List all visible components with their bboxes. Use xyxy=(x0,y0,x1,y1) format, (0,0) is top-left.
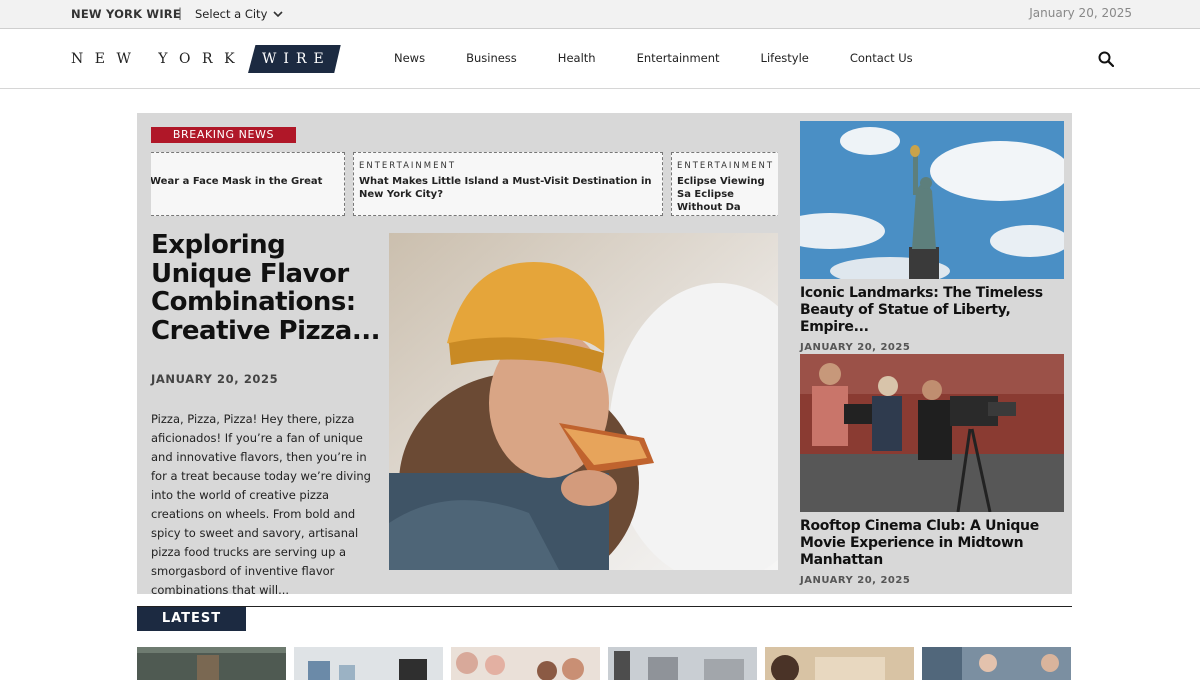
top-date: January 20, 2025 xyxy=(1029,6,1132,20)
nav-lifestyle[interactable]: Lifestyle xyxy=(761,51,809,65)
latest-thumb[interactable] xyxy=(608,647,757,680)
main-nav: News Business Health Entertainment Lifes… xyxy=(394,51,954,65)
breaking-ticker: Wear a Face Mask in the Great ENTERTAINM… xyxy=(151,152,778,218)
breaking-news-label: BREAKING NEWS xyxy=(151,127,296,143)
latest-thumb[interactable] xyxy=(765,647,914,680)
main-article-title[interactable]: Exploring Unique Flavor Combinations: Cr… xyxy=(151,231,381,345)
latest-thumb[interactable] xyxy=(294,647,443,680)
logo-right-text: WIRE xyxy=(248,45,341,73)
ticker-item[interactable]: ENTERTAINMENT Eclipse Viewing Sa Eclipse… xyxy=(671,152,778,216)
ticker-item[interactable]: Wear a Face Mask in the Great xyxy=(151,152,345,216)
side-article-image[interactable] xyxy=(800,354,1064,512)
main-article-image[interactable] xyxy=(389,233,778,570)
side-article-image[interactable] xyxy=(800,121,1064,279)
latest-thumb[interactable] xyxy=(922,647,1071,680)
main-article-excerpt: Pizza, Pizza, Pizza! Hey there, pizza af… xyxy=(151,412,371,597)
side-article-date: JANUARY 20, 2025 xyxy=(800,342,911,353)
city-select-label: Select a City xyxy=(195,7,268,21)
top-brand[interactable]: NEW YORK WIRE xyxy=(71,7,181,21)
ticker-item-category: ENTERTAINMENT xyxy=(677,161,775,171)
main-article-date: JANUARY 20, 2025 xyxy=(151,372,279,386)
side-article[interactable]: Iconic Landmarks: The Timeless Beauty of… xyxy=(800,121,1064,353)
nav-health[interactable]: Health xyxy=(558,51,596,65)
site-logo[interactable]: NEW YORK WIRE xyxy=(71,44,341,74)
ticker-item-title: Wear a Face Mask in the Great xyxy=(151,176,323,187)
side-article-title[interactable]: Iconic Landmarks: The Timeless Beauty of… xyxy=(800,285,1064,336)
ticker-item[interactable]: ENTERTAINMENT What Makes Little Island a… xyxy=(353,152,663,216)
latest-news-label: LATEST NEWS xyxy=(137,607,246,650)
nav-business[interactable]: Business xyxy=(466,51,517,65)
ticker-item-title: What Makes Little Island a Must-Visit De… xyxy=(359,176,652,200)
latest-news-thumbnails xyxy=(137,647,1071,680)
side-article-title[interactable]: Rooftop Cinema Club: A Unique Movie Expe… xyxy=(800,518,1064,569)
latest-thumb[interactable] xyxy=(451,647,600,680)
nav-entertainment[interactable]: Entertainment xyxy=(637,51,720,65)
chevron-down-icon xyxy=(273,10,283,17)
side-article[interactable]: Rooftop Cinema Club: A Unique Movie Expe… xyxy=(800,354,1064,586)
nav-news[interactable]: News xyxy=(394,51,425,65)
hero-section: BREAKING NEWS Wear a Face Mask in the Gr… xyxy=(137,113,1072,597)
logo-left-text: NEW YORK xyxy=(71,51,247,67)
ticker-item-category: ENTERTAINMENT xyxy=(359,161,457,171)
latest-thumb[interactable] xyxy=(137,647,286,680)
top-separator: | xyxy=(178,6,183,20)
search-icon[interactable] xyxy=(1098,51,1114,67)
side-article-date: JANUARY 20, 2025 xyxy=(800,575,911,586)
ticker-item-title: Eclipse Viewing Sa Eclipse Without Da xyxy=(677,176,765,213)
city-select[interactable]: Select a City xyxy=(195,7,283,21)
nav-contact-us[interactable]: Contact Us xyxy=(850,51,913,65)
top-bar: NEW YORK WIRE | Select a City January 20… xyxy=(0,0,1200,29)
site-header: NEW YORK WIRE News Business Health Enter… xyxy=(0,29,1200,89)
latest-divider xyxy=(137,606,1072,607)
